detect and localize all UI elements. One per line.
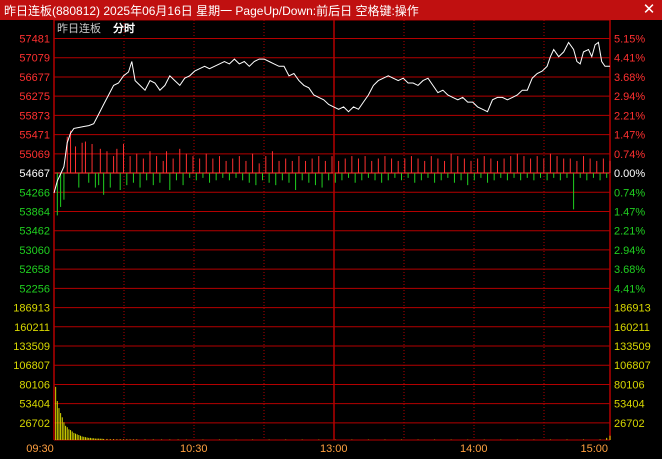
- price-tick-label: 52658: [19, 264, 50, 276]
- chart-name-label: 昨日连板: [57, 21, 101, 35]
- volume-tick-label: 53404: [614, 399, 645, 411]
- chart-mode-label: 分时: [113, 21, 135, 35]
- volume-tick-label: 53404: [19, 399, 50, 411]
- volume-tick-label: 106807: [13, 360, 50, 372]
- price-tick-label: 53060: [19, 245, 50, 257]
- price-tick-label: 56275: [19, 91, 50, 103]
- volume-tick-label: 133509: [614, 341, 651, 353]
- price-tick-label: 52256: [19, 283, 50, 295]
- volume-tick-label: 26702: [614, 418, 645, 430]
- time-tick-label: 15:00: [580, 443, 608, 455]
- price-tick-label: 57079: [19, 53, 50, 65]
- window-title: 昨日连板(880812) 2025年06月16日 星期一 PageUp/Down…: [4, 4, 419, 18]
- pct-tick-label: 3.68%: [614, 72, 645, 84]
- title-bar: 昨日连板(880812) 2025年06月16日 星期一 PageUp/Down…: [0, 0, 662, 20]
- price-tick-label: 55069: [19, 149, 50, 161]
- chart-background: [0, 20, 662, 459]
- volume-tick-label: 133509: [13, 341, 50, 353]
- pct-tick-label: 3.68%: [614, 264, 645, 276]
- pct-tick-label: 0.74%: [614, 149, 645, 161]
- time-tick-label: 10:30: [180, 443, 208, 455]
- price-tick-label: 57481: [19, 34, 50, 46]
- pct-tick-label: 2.94%: [614, 245, 645, 257]
- volume-tick-label: 80106: [19, 379, 50, 391]
- volume-tick-label: 106807: [614, 360, 651, 372]
- time-tick-label: 09:30: [26, 443, 54, 455]
- volume-tick-label: 80106: [614, 379, 645, 391]
- pct-tick-label: 5.15%: [614, 34, 645, 46]
- pct-tick-label: 0.00%: [614, 168, 645, 180]
- volume-tick-label: 160211: [14, 322, 50, 334]
- close-icon[interactable]: ✕: [640, 1, 658, 19]
- volume-tick-label: 26702: [19, 418, 50, 430]
- price-tick-label: 54266: [19, 187, 50, 199]
- volume-tick-label: 160211: [614, 322, 650, 334]
- pct-tick-label: 0.74%: [614, 187, 645, 199]
- volume-tick-label: 186913: [13, 303, 50, 315]
- pct-tick-label: 1.47%: [614, 206, 645, 218]
- intraday-chart: 昨日连板 分时 57481 5.15% 57079 4.41% 56677 3.68% 56…: [0, 20, 662, 459]
- pct-tick-label: 2.21%: [614, 110, 645, 122]
- price-tick-label: 55873: [19, 110, 50, 122]
- pct-tick-label: 4.41%: [614, 283, 645, 295]
- price-tick-label: 56677: [19, 72, 50, 84]
- price-tick-label: 53864: [19, 206, 50, 218]
- price-tick-label: 53462: [19, 226, 50, 238]
- volume-tick-label: 186913: [614, 303, 651, 315]
- pct-tick-label: 4.41%: [614, 53, 645, 65]
- price-tick-label: 55471: [19, 130, 50, 142]
- time-tick-label: 13:00: [320, 443, 348, 455]
- pct-tick-label: 2.94%: [614, 91, 645, 103]
- time-tick-label: 14:00: [460, 443, 488, 455]
- pct-tick-label: 1.47%: [614, 130, 645, 142]
- pct-tick-label: 2.21%: [614, 226, 645, 238]
- price-tick-label: 54667: [19, 168, 50, 180]
